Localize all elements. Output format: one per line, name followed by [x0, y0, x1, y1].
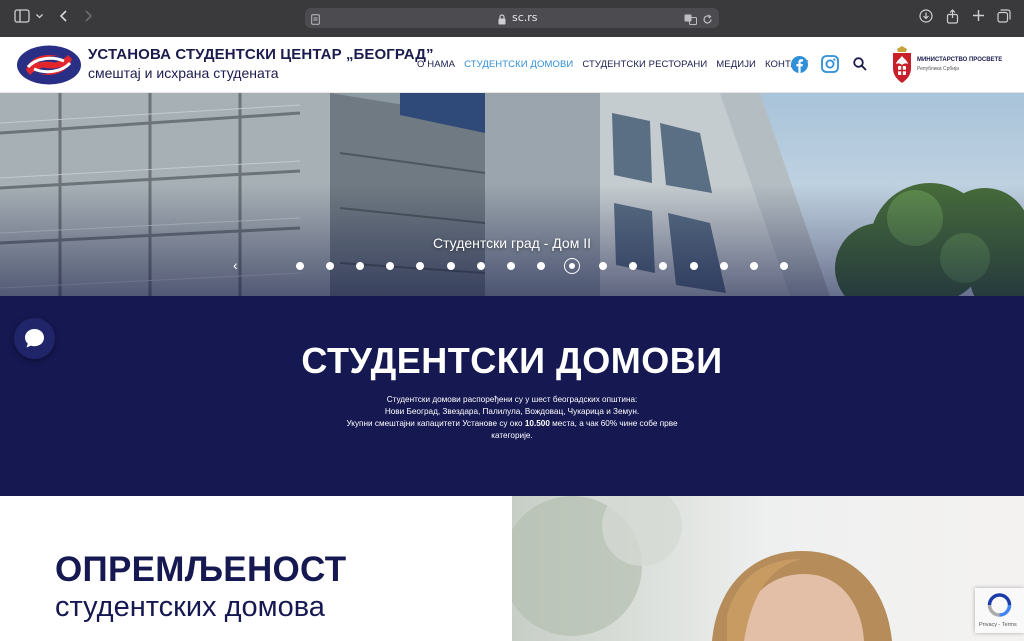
- slider-dot[interactable]: [356, 262, 364, 270]
- page-icon: [311, 12, 320, 30]
- reload-icon[interactable]: [702, 12, 713, 30]
- new-tab-icon[interactable]: [972, 9, 985, 22]
- desc-line: Студентски домови распоређени су у шест …: [386, 395, 638, 404]
- nav-item-media[interactable]: МЕДИЈИ: [716, 59, 756, 70]
- slider-dot[interactable]: [296, 262, 304, 270]
- url-text: sc.rs: [512, 11, 538, 24]
- nav-item-about[interactable]: О НАМА: [417, 59, 455, 70]
- desc-text: места, а чак 60% чине собе прве: [549, 419, 678, 428]
- slider-dot[interactable]: [629, 262, 637, 270]
- slider-dot[interactable]: [537, 262, 545, 270]
- share-icon[interactable]: [946, 9, 959, 24]
- recaptcha-icon: [987, 593, 1012, 617]
- slider-dot[interactable]: [780, 262, 788, 270]
- desc-line: Укупни смештајни капацитети Установе су …: [312, 418, 712, 430]
- equipment-subtitle: студентских домова: [55, 591, 325, 623]
- facebook-icon[interactable]: [791, 56, 808, 78]
- brand-subtitle: смештај и исхрана студената: [88, 65, 279, 81]
- desc-line: категорије.: [491, 431, 533, 440]
- equipment-title: ОПРЕМЉЕНОСТ: [55, 550, 347, 589]
- slide-caption: Студентски град - Дом II: [433, 235, 591, 251]
- address-bar[interactable]: sc.rs: [305, 8, 719, 28]
- slider-dot[interactable]: [720, 262, 728, 270]
- serbia-coat-of-arms-icon[interactable]: [891, 46, 913, 89]
- main-nav: О НАМА СТУДЕНТСКИ ДОМОВИ СТУДЕНТСКИ РЕСТ…: [417, 59, 809, 70]
- slider-dot[interactable]: [326, 262, 334, 270]
- recaptcha-links[interactable]: Privacy - Terms: [979, 622, 1017, 628]
- tab-overview-icon[interactable]: [997, 9, 1011, 23]
- translate-icon[interactable]: [684, 12, 697, 30]
- student-photo: [512, 496, 1024, 641]
- slider-dot[interactable]: [659, 262, 667, 270]
- section-title: СТУДЕНТСКИ ДОМОВИ: [301, 340, 723, 381]
- slider-dot[interactable]: [386, 262, 394, 270]
- sc-logo[interactable]: [16, 44, 82, 91]
- brand-title[interactable]: УСТАНОВА СТУДЕНТСКИ ЦЕНТАР „БЕОГРАД”: [88, 46, 434, 63]
- slider-dot[interactable]: [750, 262, 758, 270]
- recaptcha-badge[interactable]: Privacy - Terms: [975, 588, 1024, 633]
- download-icon[interactable]: [919, 9, 933, 23]
- back-icon[interactable]: [58, 9, 70, 23]
- lock-icon: [498, 12, 506, 30]
- search-icon[interactable]: [853, 57, 867, 76]
- nav-item-dorms[interactable]: СТУДЕНТСКИ ДОМОВИ: [464, 59, 573, 70]
- slider-dot[interactable]: [599, 262, 607, 270]
- browser-toolbar: sc.rs: [0, 0, 1024, 37]
- hero-slider: Студентски град - Дом II ‹ ›: [0, 93, 1024, 296]
- slider-prev-arrow[interactable]: ‹: [233, 257, 238, 273]
- ministry-title[interactable]: МИНИСТАРСТВО ПРОСВЕТЕ: [917, 57, 1002, 63]
- slider-dot-active[interactable]: [564, 258, 580, 274]
- capacity-number: 10.500: [524, 419, 550, 428]
- desc-text: Укупни смештајни капацитети Установе су …: [346, 419, 525, 428]
- dorms-intro-section: СТУДЕНТСКИ ДОМОВИ Студентски домови расп…: [0, 296, 1024, 496]
- desc-line: Нови Београд, Звездара, Палилула, Вождов…: [384, 407, 640, 416]
- sidebar-toggle-icon[interactable]: [14, 9, 30, 23]
- instagram-icon[interactable]: [821, 55, 839, 78]
- slider-dot[interactable]: [416, 262, 424, 270]
- site-header: УСТАНОВА СТУДЕНТСКИ ЦЕНТАР „БЕОГРАД” сме…: [0, 37, 1024, 93]
- nav-item-restaurants[interactable]: СТУДЕНТСКИ РЕСТОРАНИ: [582, 59, 707, 70]
- slider-dot[interactable]: [507, 262, 515, 270]
- slider-dot[interactable]: [477, 262, 485, 270]
- section-description: Студентски домови распоређени су у шест …: [312, 394, 712, 442]
- forward-icon[interactable]: [82, 9, 94, 23]
- equipment-section: ОПРЕМЉЕНОСТ студентских домова: [0, 496, 1024, 641]
- chevron-down-icon[interactable]: [35, 10, 44, 22]
- ministry-subtitle: Република Србија: [917, 66, 959, 72]
- slider-dot[interactable]: [690, 262, 698, 270]
- slider-dot[interactable]: [447, 262, 455, 270]
